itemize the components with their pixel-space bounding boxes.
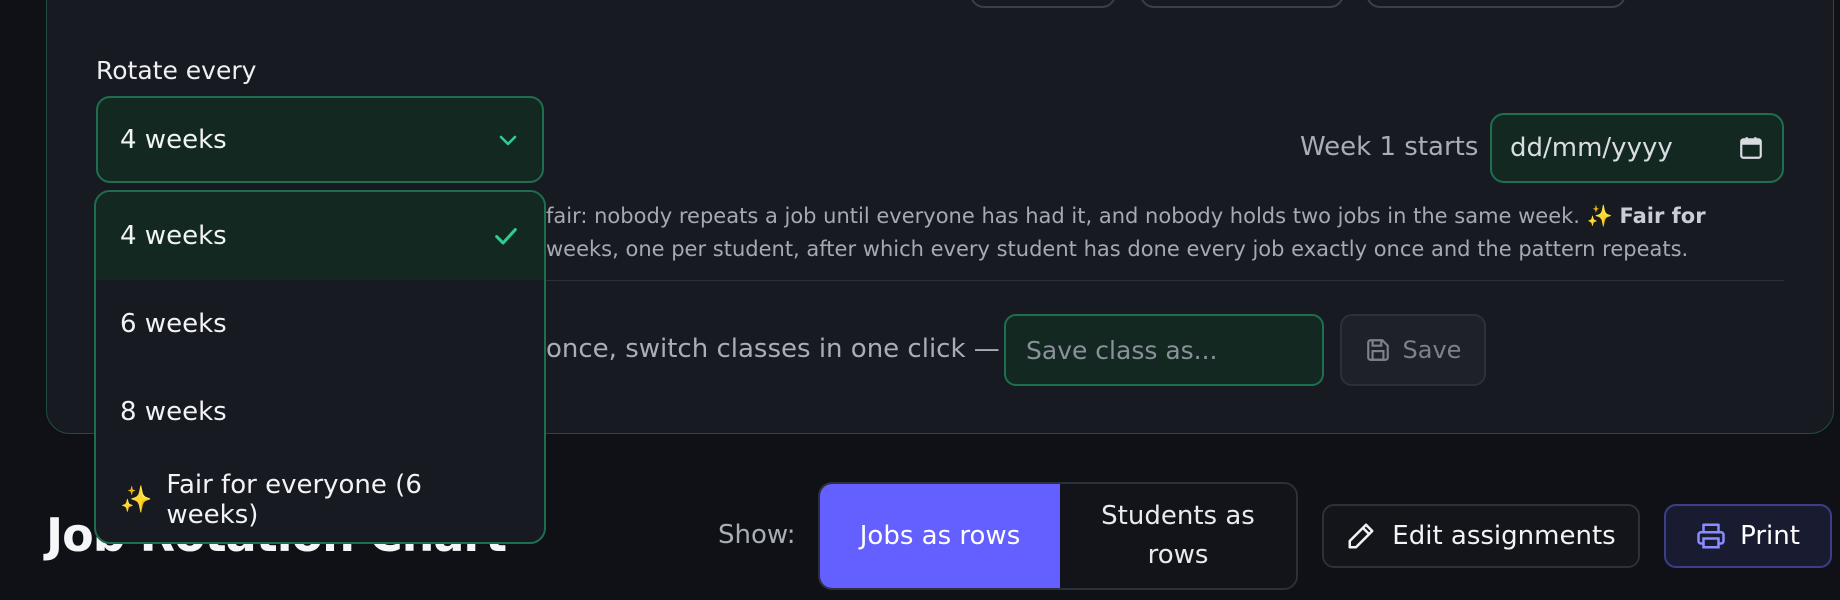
edit-assignments-label: Edit assignments <box>1392 521 1616 551</box>
check-icon <box>495 228 517 245</box>
top-pill-1[interactable] <box>970 0 1116 8</box>
calendar-icon[interactable] <box>1738 135 1764 161</box>
print-label: Print <box>1740 521 1800 551</box>
week-start-label: Week 1 starts <box>1300 132 1479 162</box>
week-start-date-input[interactable]: dd/mm/yyyy <box>1490 113 1784 183</box>
rotate-every-value: 4 weeks <box>120 124 227 155</box>
rotate-every-dropdown: 4 weeks 6 weeks 8 weeks ✨ Fair for every… <box>94 190 546 544</box>
print-button[interactable]: Print <box>1664 504 1832 568</box>
view-toggle: Jobs as rows Students as rows <box>818 482 1298 590</box>
sparkles-icon: ✨ <box>120 485 153 515</box>
sparkles-icon: ✨ <box>1586 204 1613 228</box>
save-icon <box>1366 339 1389 361</box>
edit-assignments-button[interactable]: Edit assignments <box>1322 504 1640 568</box>
pencil-icon <box>1348 523 1374 549</box>
printer-icon <box>1697 523 1725 549</box>
rotation-description: fair: nobody repeats a job until everyon… <box>546 200 1796 266</box>
save-class-button[interactable]: Save <box>1340 314 1486 386</box>
top-pill-3[interactable] <box>1366 0 1626 8</box>
option-4-weeks[interactable]: 4 weeks <box>96 192 544 280</box>
description-line-2: weeks, one per student, after which ever… <box>546 237 1689 261</box>
save-button-label: Save <box>1402 336 1462 364</box>
option-6-weeks[interactable]: 6 weeks <box>96 280 544 368</box>
top-pill-2[interactable] <box>1140 0 1344 8</box>
chevron-down-icon <box>499 135 517 145</box>
show-label: Show: <box>718 520 796 550</box>
save-class-input[interactable] <box>1004 314 1324 386</box>
date-placeholder: dd/mm/yyyy <box>1510 133 1673 163</box>
students-as-rows-button[interactable]: Students as rows <box>1060 484 1296 588</box>
description-line-1: fair: nobody repeats a job until everyon… <box>546 204 1706 228</box>
option-fair-for-everyone[interactable]: ✨ Fair for everyone (6 weeks) <box>96 456 544 542</box>
save-class-note: once, switch classes in one click — <box>546 334 1000 364</box>
description-bold: Fair for <box>1619 204 1706 228</box>
rotate-every-label: Rotate every <box>96 56 257 85</box>
jobs-as-rows-button[interactable]: Jobs as rows <box>820 484 1060 588</box>
rotate-every-select[interactable]: 4 weeks <box>96 96 544 183</box>
option-8-weeks[interactable]: 8 weeks <box>96 368 544 456</box>
